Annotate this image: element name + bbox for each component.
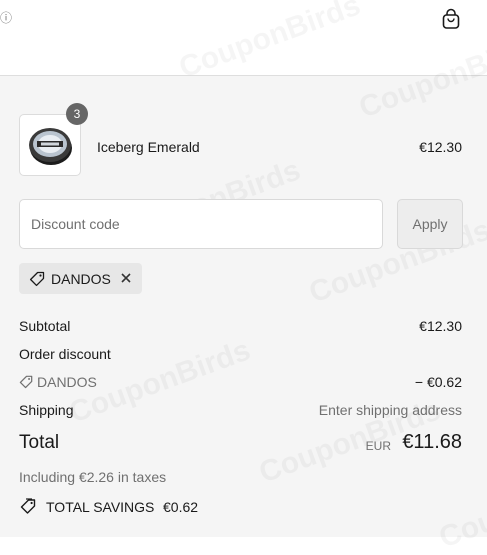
shopping-bag-icon[interactable] bbox=[441, 8, 461, 30]
subtotal-value: €12.30 bbox=[419, 318, 462, 334]
applied-discount-code: DANDOS bbox=[51, 271, 111, 287]
applied-discount-chip: DANDOS bbox=[19, 263, 142, 294]
apply-button[interactable]: Apply bbox=[397, 199, 463, 249]
product-name: Iceberg Emerald bbox=[97, 139, 200, 155]
order-discount-label: Order discount bbox=[19, 346, 111, 362]
close-icon bbox=[121, 273, 131, 283]
tag-icon bbox=[29, 271, 45, 287]
remove-discount-button[interactable] bbox=[119, 271, 133, 285]
discount-code-label: DANDOS bbox=[37, 374, 97, 390]
subtotal-label: Subtotal bbox=[19, 318, 71, 334]
shipping-label: Shipping bbox=[19, 402, 74, 418]
taxes-note: Including €2.26 in taxes bbox=[19, 469, 167, 485]
product-tin-image bbox=[29, 128, 72, 165]
total-amount: €11.68 bbox=[402, 431, 462, 453]
tags-icon bbox=[20, 498, 36, 514]
total-label: Total bbox=[19, 432, 60, 453]
product-price: €12.30 bbox=[419, 139, 462, 155]
discount-amount: − €0.62 bbox=[414, 374, 462, 390]
tag-icon bbox=[19, 375, 33, 389]
currency-code: EUR bbox=[365, 439, 391, 453]
shipping-value: Enter shipping address bbox=[318, 402, 462, 418]
total-savings-label: TOTAL SAVINGS bbox=[46, 499, 155, 515]
info-icon[interactable]: ⓘ bbox=[0, 9, 12, 26]
total-savings-value: €0.62 bbox=[163, 499, 199, 515]
quantity-badge: 3 bbox=[66, 103, 88, 125]
discount-code-input[interactable] bbox=[19, 199, 383, 249]
store-header: ⓘ bbox=[0, 0, 487, 76]
